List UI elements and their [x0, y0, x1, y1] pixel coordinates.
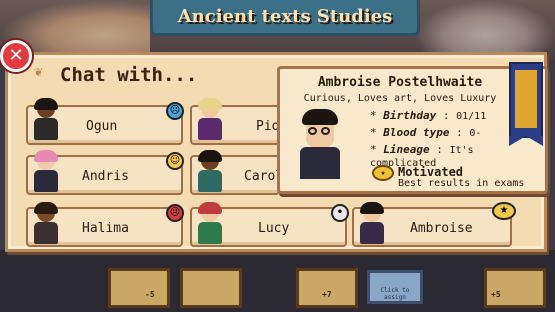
background-cost: +5 — [491, 290, 501, 299]
background-title: Ancient texts Studies — [177, 6, 393, 27]
angry-face-icon: ☹ — [166, 204, 184, 222]
close-button[interactable]: ✕ — [0, 40, 32, 72]
character-name: Ogun — [86, 119, 118, 134]
character-name: Ambroise — [410, 221, 473, 236]
motivated-status-icon: ★ — [372, 165, 394, 181]
character-avatar — [30, 98, 62, 142]
neutral-face-icon: • — [331, 204, 349, 222]
blood-type-field: * Blood type : 0- — [370, 126, 482, 139]
background-cost: +7 — [322, 290, 332, 299]
character-avatar — [194, 98, 226, 142]
character-info-card: Ambroise Postelhwaite Curious, Loves art… — [277, 66, 548, 194]
character-traits: Curious, Loves art, Loves Luxury — [303, 93, 497, 104]
character-name: Andris — [82, 169, 129, 184]
sad-face-icon: ☹ — [166, 102, 184, 120]
character-avatar — [194, 202, 226, 246]
happy-face-icon: ☺ — [166, 152, 184, 170]
character-portrait — [294, 109, 344, 179]
background-cost: -5 — [145, 290, 155, 299]
character-avatar — [30, 202, 62, 246]
character-name: Pio — [256, 119, 280, 134]
house-banner — [509, 62, 543, 138]
character-name: Lucy — [258, 221, 290, 236]
status-description: Best results in exams — [398, 178, 525, 189]
status-title: Motivated — [398, 165, 464, 179]
background-character-portrait — [415, 0, 555, 60]
character-name: Halima — [82, 221, 129, 236]
character-avatar — [30, 150, 62, 194]
lion-crest-icon — [515, 70, 537, 128]
motivated-icon: ★ — [492, 202, 516, 220]
background-card — [296, 268, 358, 308]
banner-tail — [509, 136, 543, 146]
corner-ornament: ❦ — [34, 64, 43, 80]
assign-slot[interactable]: Click to assign — [367, 270, 423, 304]
background-card — [108, 268, 170, 308]
dialog-title: Chat with... — [60, 64, 198, 86]
character-avatar — [356, 202, 388, 246]
background-floor — [0, 250, 555, 312]
close-icon: ✕ — [8, 45, 24, 66]
birthday-field: * Birthday : 01/11 — [370, 109, 487, 122]
background-card — [180, 268, 242, 308]
background-card — [484, 268, 546, 308]
character-avatar — [194, 150, 226, 194]
character-full-name: Ambroise Postelhwaite — [317, 75, 483, 90]
